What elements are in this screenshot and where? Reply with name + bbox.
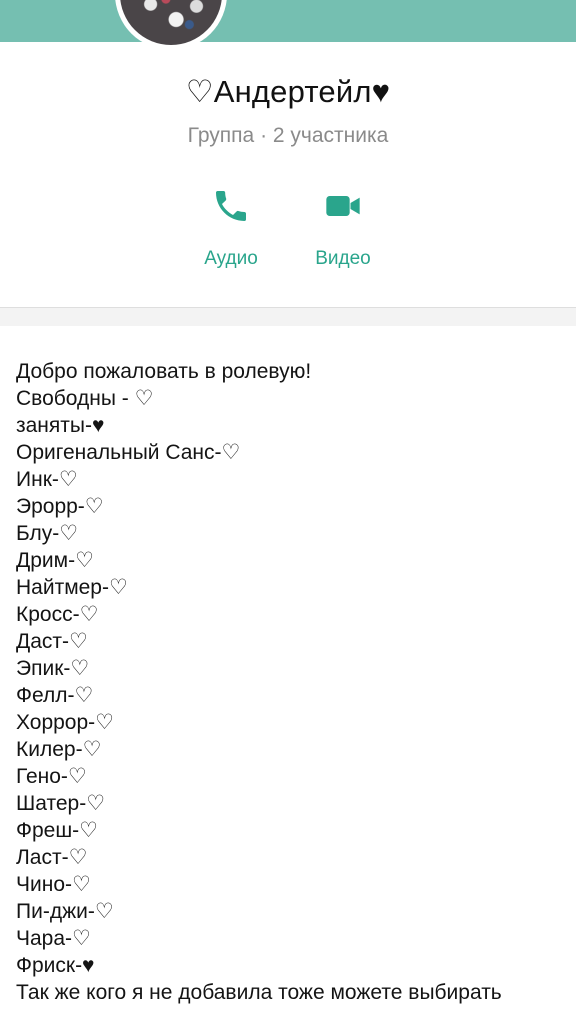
- description-line: Эрорр-♡: [16, 495, 104, 518]
- description-line: Эпик-♡: [16, 657, 90, 680]
- description-line: заняты-♥: [16, 414, 105, 437]
- description-line: Даст-♡: [16, 630, 88, 653]
- description-line: Чара-♡: [16, 927, 91, 950]
- description-line: Ласт-♡: [16, 846, 88, 869]
- group-description: Добро пожаловать в ролевую! Свободны - ♡…: [16, 358, 572, 1006]
- description-line: Так же кого я не добавила тоже можете вы…: [16, 981, 502, 1004]
- description-line: Хоррор-♡: [16, 711, 114, 734]
- description-line: Блу-♡: [16, 522, 79, 545]
- description-line: Чино-♡: [16, 873, 91, 896]
- group-title: ♡Андертейл♥: [185, 74, 391, 109]
- description-line: Инк-♡: [16, 468, 78, 491]
- group-avatar[interactable]: [115, 0, 227, 50]
- description-line: Фриск-♥: [16, 954, 95, 977]
- description-line: Найтмер-♡: [16, 576, 128, 599]
- description-line: Гено-♡: [16, 765, 87, 788]
- section-divider: [0, 307, 576, 326]
- video-camera-icon: [326, 196, 360, 216]
- description-line: Кросс-♡: [16, 603, 99, 626]
- description-line: Пи-джи-♡: [16, 900, 114, 923]
- description-line: Оригенальный Санс-♡: [16, 441, 241, 464]
- phone-icon: [216, 191, 246, 221]
- description-line: Килер-♡: [16, 738, 102, 761]
- description-line: Добро пожаловать в ролевую!: [16, 360, 312, 383]
- audio-label: Аудио: [204, 248, 258, 269]
- description-line: Фреш-♡: [16, 819, 98, 842]
- audio-call-button[interactable]: Аудио: [176, 186, 286, 270]
- group-info-screen: ♡Андертейл♥ Группа · 2 участника Аудио В…: [0, 0, 576, 1024]
- group-subtitle: Группа · 2 участника: [187, 124, 389, 147]
- description-line: Дрим-♡: [16, 549, 94, 572]
- header-banner: [0, 0, 576, 42]
- video-call-button[interactable]: Видео: [288, 186, 398, 270]
- description-line: Фелл-♡: [16, 684, 94, 707]
- video-label: Видео: [315, 248, 371, 269]
- description-line: Свободны - ♡: [16, 387, 154, 410]
- description-line: Шатер-♡: [16, 792, 106, 815]
